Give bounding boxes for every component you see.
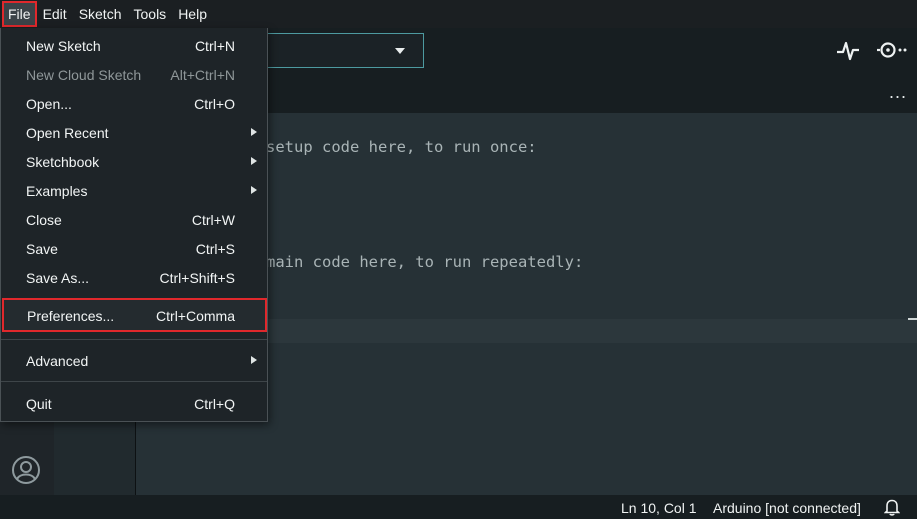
menu-item-examples[interactable]: Examples [1,176,267,204]
chevron-right-icon [251,186,257,194]
more-options-icon[interactable]: ... [889,82,907,103]
menu-item-open[interactable]: Open... Ctrl+O [1,89,267,117]
menu-item-open-recent[interactable]: Open Recent [1,118,267,146]
file-menu-dropdown: New Sketch Ctrl+N New Cloud Sketch Alt+C… [0,28,268,422]
menu-file[interactable]: File [2,1,37,27]
board-selector[interactable] [266,33,424,68]
notification-bell-icon[interactable] [884,498,900,516]
menu-separator [1,381,267,382]
menu-bar: File Edit Sketch Tools Help [0,0,917,28]
code-line-loop-comment: main code here, to run repeatedly: [266,253,584,271]
serial-monitor-icon[interactable] [875,38,907,67]
chevron-down-icon [395,48,405,54]
menu-item-advanced[interactable]: Advanced [1,346,267,374]
profile-icon[interactable] [11,455,41,490]
menu-tools[interactable]: Tools [128,1,173,27]
menu-help[interactable]: Help [172,1,213,27]
menu-item-save[interactable]: Save Ctrl+S [1,234,267,262]
chevron-right-icon [251,128,257,136]
serial-plotter-icon[interactable] [836,38,860,67]
code-line-setup-comment: setup code here, to run once: [266,138,537,156]
menu-item-save-as[interactable]: Save As... Ctrl+Shift+S [1,263,267,291]
menu-edit[interactable]: Edit [37,1,73,27]
scrollbar-marker[interactable] [908,318,917,320]
cursor-position[interactable]: Ln 10, Col 1 [621,500,697,516]
chevron-right-icon [251,157,257,165]
menu-separator [1,339,267,340]
menu-item-quit[interactable]: Quit Ctrl+Q [1,389,267,417]
board-status[interactable]: Arduino [not connected] [713,500,861,516]
menu-sketch[interactable]: Sketch [73,1,128,27]
menu-item-new-cloud-sketch: New Cloud Sketch Alt+Ctrl+N [26,67,235,83]
menu-item-sketchbook[interactable]: Sketchbook [1,147,267,175]
menu-item-new-sketch[interactable]: New Sketch Ctrl+N [1,31,267,59]
menu-item-close[interactable]: Close Ctrl+W [1,205,267,233]
status-bar: Ln 10, Col 1 Arduino [not connected] [0,495,917,519]
chevron-right-icon [251,356,257,364]
menu-item-preferences[interactable]: Preferences... Ctrl+Comma [2,298,267,332]
